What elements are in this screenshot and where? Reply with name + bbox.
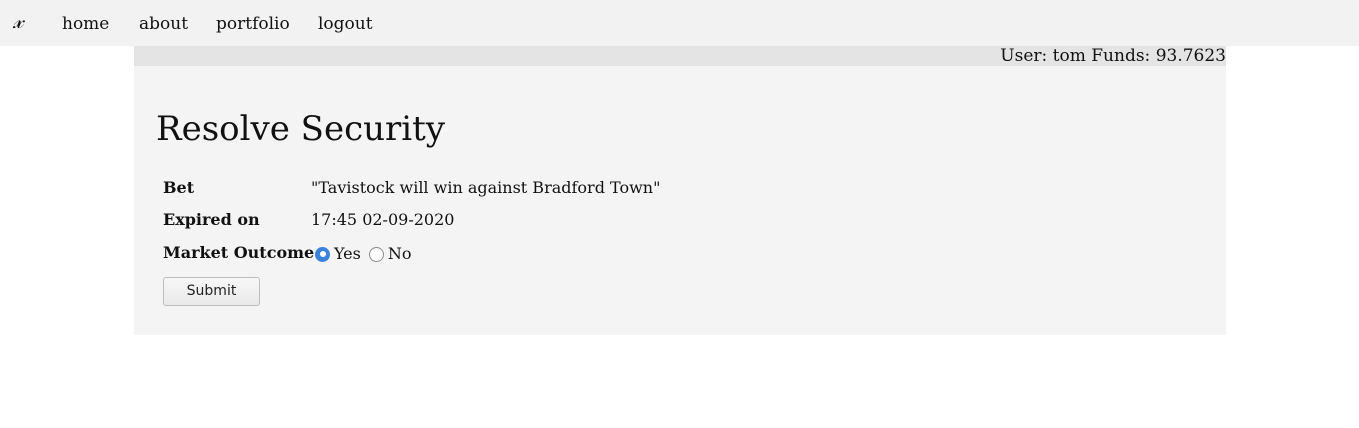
- top-navbar: 𝓍 home about portfolio logout: [0, 0, 1359, 46]
- nav-link-portfolio[interactable]: portfolio: [216, 13, 290, 35]
- bet-value: "Tavistock will win against Bradford Tow…: [311, 178, 661, 197]
- outcome-yes-radio[interactable]: [315, 246, 330, 262]
- expired-value: 17:45 02-09-2020: [311, 210, 455, 229]
- nav-link-logout[interactable]: logout: [318, 13, 373, 35]
- page-title: Resolve Security: [156, 109, 445, 149]
- brand-logo[interactable]: 𝓍: [13, 9, 23, 35]
- bet-label: Bet: [163, 178, 195, 197]
- user-funds-info: User: tom Funds: 93.7623: [1000, 46, 1226, 66]
- main-panel: User: tom Funds: 93.7623 Resolve Securit…: [134, 46, 1226, 335]
- expired-label: Expired on: [163, 210, 260, 229]
- nav-link-home[interactable]: home: [62, 13, 109, 35]
- nav-link-about[interactable]: about: [139, 13, 188, 35]
- outcome-no-radio[interactable]: [368, 246, 384, 262]
- market-outcome-label: Market Outcome: [163, 243, 315, 262]
- market-outcome-radio-group: Yes No: [315, 244, 420, 264]
- outcome-yes-label[interactable]: Yes: [334, 244, 361, 264]
- outcome-no-label[interactable]: No: [388, 244, 412, 264]
- submit-button[interactable]: Submit: [163, 277, 260, 306]
- user-status-bar: User: tom Funds: 93.7623: [134, 46, 1226, 66]
